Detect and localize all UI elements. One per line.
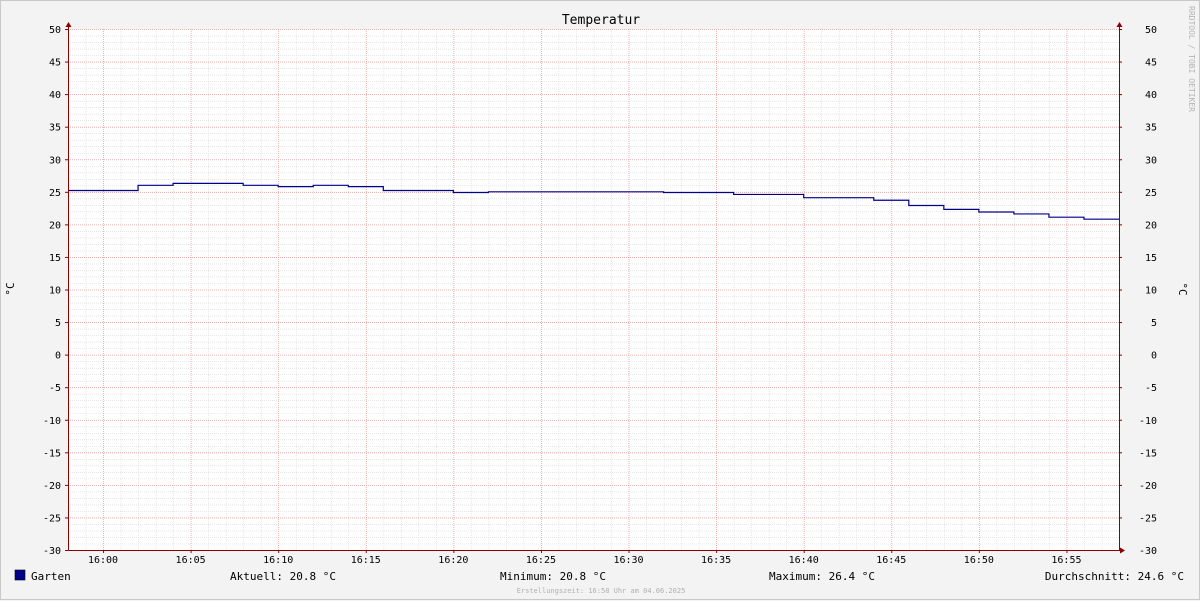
y-tick-label-left: -30 xyxy=(43,546,61,557)
y-tick-label-left: 20 xyxy=(49,220,61,231)
y-tick-label-right: 10 xyxy=(1145,286,1157,297)
y-tick-label-left: 25 xyxy=(49,188,61,199)
y-tick-label-left: 15 xyxy=(49,253,61,264)
y-tick-label-left: 30 xyxy=(49,155,61,166)
y-axis-label-right: °C xyxy=(1176,282,1189,295)
legend-series-name: Garten xyxy=(31,570,71,583)
y-tick-label-right: 15 xyxy=(1145,253,1157,264)
y-tick-label-left: -5 xyxy=(49,383,61,394)
y-tick-labels-right: 50454035302520151050-5-10-15-20-25-30 xyxy=(1139,25,1157,557)
y-tick-label-left: 35 xyxy=(49,123,61,134)
y-tick-label-right: -30 xyxy=(1139,546,1157,557)
y-tick-label-right: -10 xyxy=(1139,416,1157,427)
y-tick-label-left: -15 xyxy=(43,448,61,459)
y-tick-label-right: 50 xyxy=(1145,25,1157,36)
y-axis-arrow-right-icon xyxy=(1116,22,1123,27)
plot-area xyxy=(68,29,1119,550)
x-tick-label: 16:45 xyxy=(876,555,906,566)
x-tick-label: 16:40 xyxy=(789,555,819,566)
y-tick-label-right: -15 xyxy=(1139,448,1157,459)
legend-maximum: Maximum: 26.4 °C xyxy=(769,570,875,583)
y-tick-label-left: -10 xyxy=(43,416,61,427)
x-tick-label: 16:30 xyxy=(613,555,643,566)
graph-frame: 50 45 40 35 30 25 20 15 10 5 0 -5 -10 -15 -20 -25 -30 50… xyxy=(0,0,1200,600)
x-tick-labels: 16:00 16:05 16:10 16:15 16:20 16:25 16:30 16:35… xyxy=(88,555,1082,566)
y-tick-label-right: 5 xyxy=(1151,318,1157,329)
y-tick-label-right: 20 xyxy=(1145,220,1157,231)
temperature-chart: 50454035302520151050-5-10-15-20-25-30 50… xyxy=(4,6,1196,595)
y-tick-label-right: -20 xyxy=(1139,481,1157,492)
y-tick-label-left: 50 xyxy=(49,25,61,36)
x-tick-label: 16:25 xyxy=(526,555,556,566)
legend-swatch xyxy=(14,569,26,581)
y-tick-label-right: -5 xyxy=(1145,383,1157,394)
y-tick-label-right: 25 xyxy=(1145,188,1157,199)
y-tick-label-right: 45 xyxy=(1145,58,1157,69)
chart-title: Temperatur xyxy=(562,13,640,28)
y-tick-label-left: 5 xyxy=(55,318,61,329)
legend-minimum: Minimum: 20.8 °C xyxy=(500,570,606,583)
y-tick-label-right: -25 xyxy=(1139,513,1157,524)
x-tick-label: 16:05 xyxy=(176,555,206,566)
x-tick-label: 16:00 xyxy=(88,555,118,566)
y-tick-label-right: 30 xyxy=(1145,155,1157,166)
y-tick-label-left: 40 xyxy=(49,90,61,101)
legend-average: Durchschnitt: 24.6 °C xyxy=(1045,570,1184,583)
y-axis-arrow-left-icon xyxy=(65,22,72,27)
y-tick-label-right: 0 xyxy=(1151,351,1157,362)
x-axis-arrow-icon xyxy=(1120,547,1125,554)
y-tick-label-right: 35 xyxy=(1145,123,1157,134)
x-tick-label: 16:35 xyxy=(701,555,731,566)
y-tick-label-left: 45 xyxy=(49,58,61,69)
y-axis-label-left: °C xyxy=(4,282,17,295)
y-tick-label-left: -20 xyxy=(43,481,61,492)
x-tick-label: 16:50 xyxy=(964,555,994,566)
y-tick-label-left: 10 xyxy=(49,286,61,297)
y-tick-labels-left: 50454035302520151050-5-10-15-20-25-30 xyxy=(43,25,61,557)
x-tick-label: 16:55 xyxy=(1051,555,1081,566)
y-tick-label-left: 0 xyxy=(55,351,61,362)
y-tick-label-right: 40 xyxy=(1145,90,1157,101)
footer-timestamp: Erstellungszeit: 16:58 Uhr am 04.06.2025 xyxy=(517,587,686,595)
legend-current: Aktuell: 20.8 °C xyxy=(230,570,336,583)
watermark: RRDTOOL / TOBI OETIKER xyxy=(1187,6,1196,112)
x-tick-label: 16:20 xyxy=(438,555,468,566)
x-tick-label: 16:10 xyxy=(263,555,293,566)
y-tick-label-left: -25 xyxy=(43,513,61,524)
x-tick-label: 16:15 xyxy=(351,555,381,566)
